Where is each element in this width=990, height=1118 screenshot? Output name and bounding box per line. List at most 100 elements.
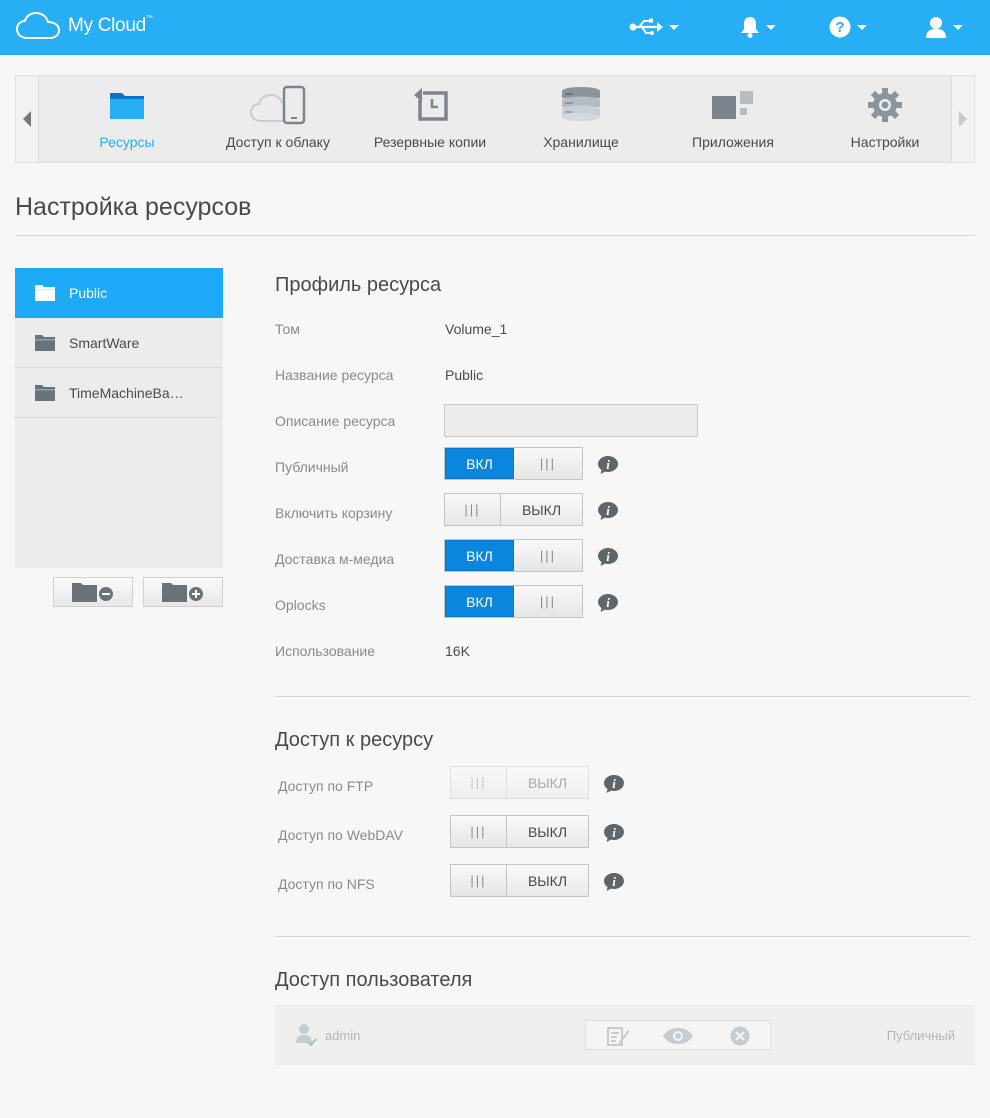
add-share-button[interactable]	[143, 577, 223, 607]
oplocks-label: Oplocks	[275, 597, 326, 613]
nav-item-cloud-access[interactable]: Доступ к облаку	[203, 76, 353, 162]
chevron-down-icon	[766, 24, 776, 30]
svg-text:i: i	[606, 549, 610, 564]
volume-label: Том	[275, 321, 300, 337]
toggle-on-label: ВКЛ	[445, 540, 514, 571]
divider	[15, 235, 975, 236]
nfs-access-toggle[interactable]: ||| ВЫКЛ	[450, 864, 589, 897]
nav-scroll-left[interactable]	[16, 76, 39, 162]
svg-text:i: i	[606, 503, 610, 518]
share-name: TimeMachineBa…	[69, 384, 184, 401]
ftp-access-toggle[interactable]: ||| ВЫКЛ	[450, 766, 589, 799]
divider	[275, 696, 970, 697]
storage-icon	[562, 87, 600, 121]
toggle-grip: |||	[445, 494, 500, 525]
recycle-toggle[interactable]: ||| ВЫКЛ	[444, 493, 583, 526]
usb-icon	[629, 18, 663, 35]
folder-icon	[35, 284, 55, 301]
nav-item-settings[interactable]: Настройки	[810, 76, 960, 162]
folder-icon	[35, 334, 55, 351]
chevron-down-icon	[857, 24, 867, 30]
remove-share-button[interactable]	[53, 577, 133, 607]
media-serving-label: Доставка м-медиа	[275, 551, 395, 567]
share-item-timemachine[interactable]: TimeMachineBa…	[15, 368, 223, 418]
nav-scroll-right[interactable]	[951, 76, 974, 162]
toggle-off-label: ВЫКЛ	[500, 494, 582, 525]
folder-add-icon	[162, 583, 203, 602]
user-name: admin	[325, 1028, 361, 1043]
nav-item-backups[interactable]: Резервные копии	[355, 76, 505, 162]
nav-item-label: Доступ к облаку	[226, 134, 330, 150]
trademark: ™	[145, 15, 153, 22]
usb-menu[interactable]	[629, 12, 679, 42]
share-item-public[interactable]: Public	[15, 268, 223, 318]
oplocks-toggle[interactable]: ВКЛ |||	[444, 585, 583, 618]
info-icon[interactable]: i	[603, 823, 625, 843]
share-name: SmartWare	[69, 334, 140, 351]
arrow-left-icon	[23, 111, 31, 127]
share-item-smartware[interactable]: SmartWare	[15, 318, 223, 368]
share-name: Public	[69, 284, 108, 301]
app-name: My Cloud	[68, 15, 146, 36]
page-title: Настройка ресурсов	[15, 193, 252, 221]
toggle-grip: |||	[514, 448, 582, 479]
chevron-down-icon	[953, 24, 963, 30]
user-menu[interactable]	[925, 12, 963, 42]
my-cloud-logo[interactable]: My Cloud™	[16, 12, 153, 40]
folder-icon	[35, 384, 55, 401]
share-name-value: Public	[445, 367, 484, 383]
user-check-icon	[296, 1024, 317, 1047]
nav-item-shares[interactable]: Ресурсы	[52, 76, 202, 162]
info-icon[interactable]: i	[603, 872, 625, 892]
read-only-icon[interactable]	[662, 1027, 694, 1045]
recycle-label: Включить корзину	[275, 505, 393, 521]
toggle-on-label: ВКЛ	[445, 586, 514, 617]
user-icon	[926, 17, 946, 38]
toggle-on-label: ВКЛ	[445, 448, 514, 479]
svg-text:i: i	[612, 874, 616, 889]
help-menu[interactable]: ?	[829, 12, 867, 42]
info-icon[interactable]: i	[597, 593, 619, 613]
toggle-grip: |||	[451, 865, 506, 896]
nav-item-label: Настройки	[850, 134, 920, 150]
permission-label: Публичный	[886, 1028, 955, 1043]
nav-item-storage[interactable]: Хранилище	[506, 76, 656, 162]
chevron-down-icon	[669, 24, 679, 30]
apps-icon	[712, 91, 753, 119]
toggle-grip: |||	[451, 767, 506, 798]
public-toggle[interactable]: ВКЛ |||	[444, 447, 583, 480]
webdav-access-toggle[interactable]: ||| ВЫКЛ	[450, 815, 589, 848]
notifications-menu[interactable]	[740, 12, 776, 42]
cloud-device-icon	[249, 85, 306, 125]
media-serving-toggle[interactable]: ВКЛ |||	[444, 539, 583, 572]
usage-label: Использование	[275, 643, 376, 659]
share-name-label: Название ресурса	[275, 367, 394, 383]
full-access-icon[interactable]	[606, 1025, 630, 1047]
public-label: Публичный	[275, 459, 349, 475]
share-description-label: Описание ресурса	[275, 413, 396, 429]
nav-item-label: Хранилище	[543, 134, 619, 150]
deny-access-icon[interactable]	[730, 1026, 750, 1046]
nav-item-label: Резервные копии	[373, 134, 487, 150]
user-access-row: admin Публичный	[275, 1005, 975, 1065]
nav-item-apps[interactable]: Приложения	[658, 76, 808, 162]
divider	[275, 936, 970, 937]
folder-remove-icon	[72, 583, 113, 602]
toggle-off-label: ВЫКЛ	[506, 816, 588, 847]
info-icon[interactable]: i	[597, 501, 619, 521]
gear-icon	[868, 88, 902, 122]
permission-buttons	[585, 1020, 771, 1050]
info-icon[interactable]: i	[597, 455, 619, 475]
nav-item-label: Приложения	[692, 134, 774, 150]
webdav-access-label: Доступ по WebDAV	[278, 827, 404, 843]
info-icon[interactable]: i	[603, 774, 625, 794]
usage-value: 16K	[445, 643, 470, 659]
toggle-grip: |||	[514, 540, 582, 571]
ftp-access-label: Доступ по FTP	[278, 778, 374, 794]
toggle-off-label: ВЫКЛ	[506, 767, 588, 798]
top-bar: My Cloud™ ?	[0, 0, 990, 55]
share-description-input[interactable]	[444, 404, 698, 437]
info-icon[interactable]: i	[597, 547, 619, 567]
backup-icon	[413, 88, 448, 121]
help-icon: ?	[829, 16, 851, 38]
